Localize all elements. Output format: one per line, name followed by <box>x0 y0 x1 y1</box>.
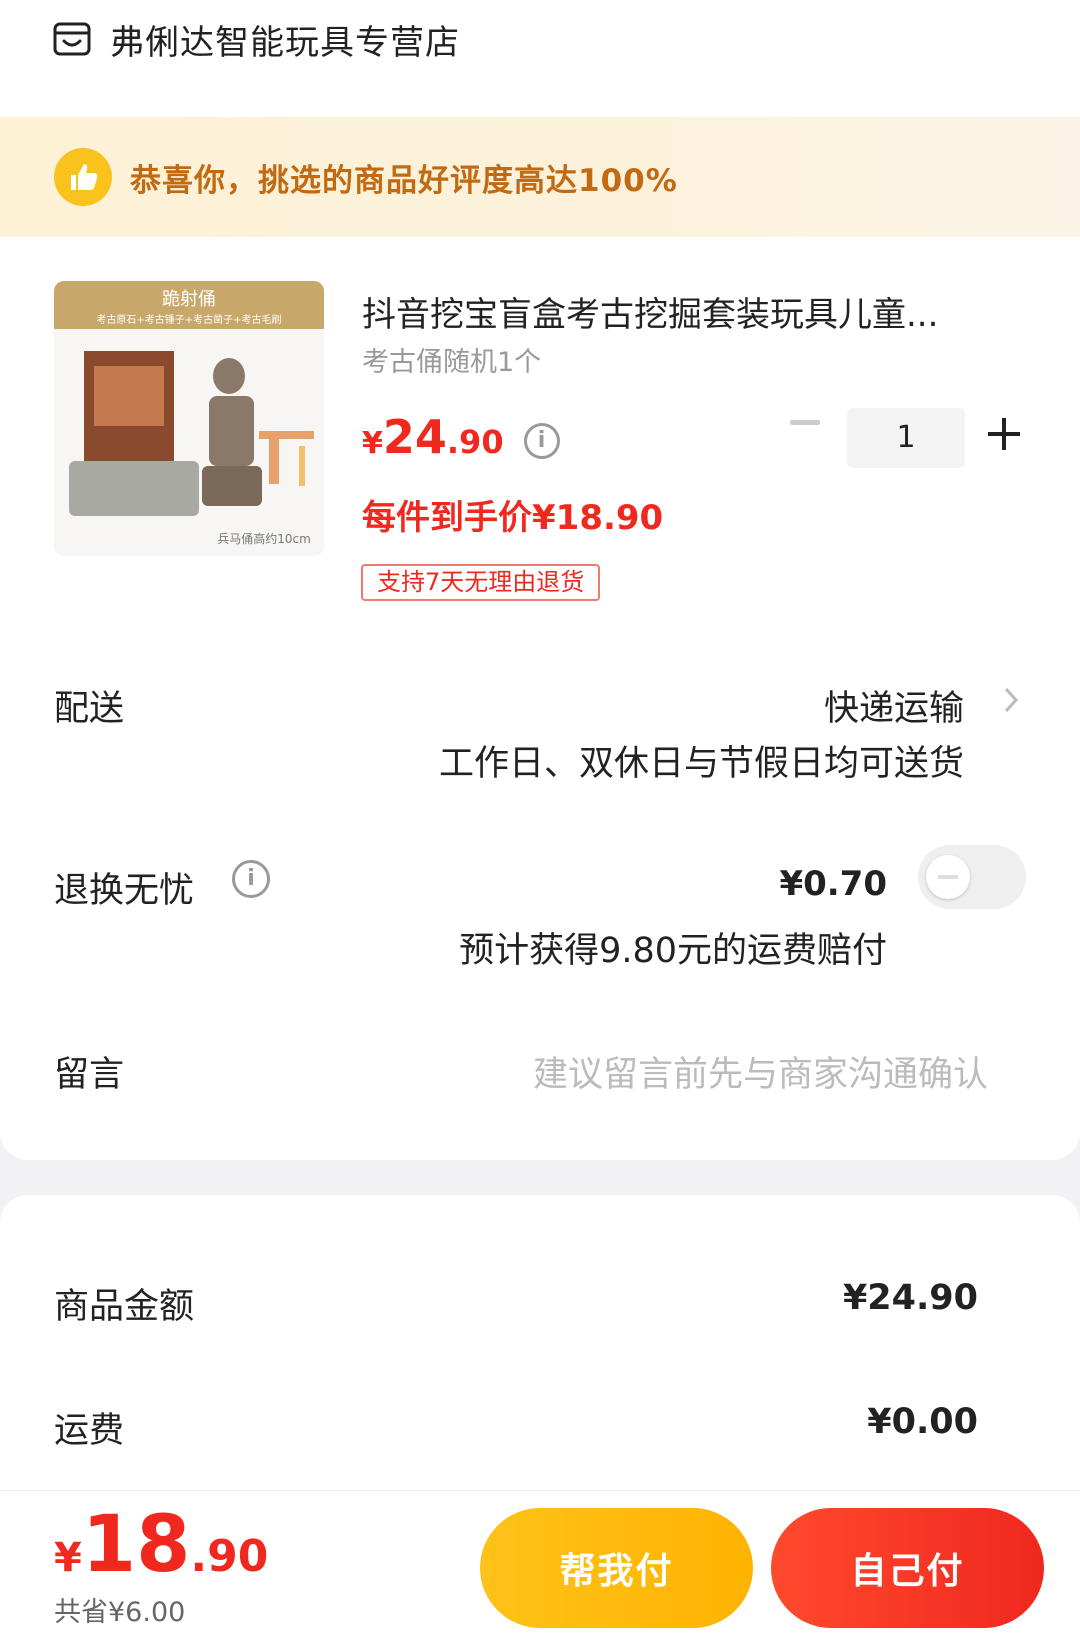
product-image[interactable]: 跪射俑 考古原石+考古锤子+考古凿子+考古毛刷 兵马俑高约10cm <box>54 281 324 556</box>
image-caption-sub: 考古原石+考古锤子+考古凿子+考古毛刷 <box>96 313 281 326</box>
shipping-method[interactable]: 快递运输 <box>824 680 964 731</box>
insurance-price: ¥0.70 <box>779 864 887 904</box>
saved-amount: 共省¥6.00 <box>54 1597 186 1628</box>
store-icon <box>53 22 91 56</box>
insurance-note: 预计获得9.80元的运费赔付 <box>459 931 887 971</box>
shop-header[interactable]: 弗俐达智能玩具专营店 <box>52 14 460 64</box>
praise-text: 恭喜你，挑选的商品好评度高达100% <box>130 162 678 199</box>
shipping-label: 配送 <box>54 689 125 729</box>
image-caption-top: 跪射俑 <box>162 289 216 310</box>
toggle-knob <box>926 855 970 899</box>
total-decimal: .90 <box>190 1531 269 1582</box>
praise-banner: 恭喜你，挑选的商品好评度高达100% <box>0 117 1080 237</box>
freight-label: 运费 <box>54 1411 125 1451</box>
total-integer: 18 <box>81 1500 191 1590</box>
quantity-decrease-button[interactable] <box>790 420 820 425</box>
price-info-icon[interactable]: i <box>523 423 560 459</box>
insurance-toggle[interactable] <box>918 845 1026 909</box>
help-pay-button[interactable]: 帮我付 <box>480 1508 753 1628</box>
insurance-label: 退换无忧 <box>54 871 195 911</box>
price-decimal: .90 <box>446 423 504 461</box>
summary-card <box>0 1195 1080 1495</box>
total-symbol: ¥ <box>54 1535 82 1581</box>
product-title[interactable]: 抖音挖宝盲盒考古挖掘套装玩具儿童... <box>362 287 938 336</box>
chevron-right-icon[interactable] <box>1003 686 1019 714</box>
insurance-info-icon[interactable]: i <box>232 860 270 898</box>
shop-name: 弗俐达智能玩具专营店 <box>110 22 460 63</box>
product-price: ¥ 24 .90 i <box>362 410 560 465</box>
order-card: 弗俐达智能玩具专营店 恭喜你，挑选的商品好评度高达100% 跪射俑 考古原石+考… <box>0 0 1080 1160</box>
total-price: ¥ 18 .90 <box>54 1500 268 1590</box>
price-integer: 24 <box>382 410 447 464</box>
price-symbol: ¥ <box>362 426 383 461</box>
goods-amount-label: 商品金额 <box>54 1287 195 1327</box>
image-caption-bottom: 兵马俑高约10cm <box>217 531 311 546</box>
self-pay-button[interactable]: 自己付 <box>771 1508 1044 1628</box>
deal-price: 每件到手价¥18.90 <box>362 498 664 538</box>
quantity-input[interactable]: 1 <box>847 408 965 468</box>
message-input[interactable]: 建议留言前先与商家沟通确认 <box>533 1046 988 1097</box>
shipping-note: 工作日、双休日与节假日均可送货 <box>438 744 964 784</box>
product-sku[interactable]: 考古俑随机1个 <box>362 340 541 379</box>
quantity-increase-button[interactable] <box>988 418 1020 450</box>
goods-amount-value: ¥24.90 <box>842 1278 978 1318</box>
message-label: 留言 <box>54 1055 125 1095</box>
freight-value: ¥0.00 <box>867 1402 978 1442</box>
thumbs-up-icon <box>54 148 112 206</box>
return-policy-badge: 支持7天无理由退货 <box>361 564 601 601</box>
